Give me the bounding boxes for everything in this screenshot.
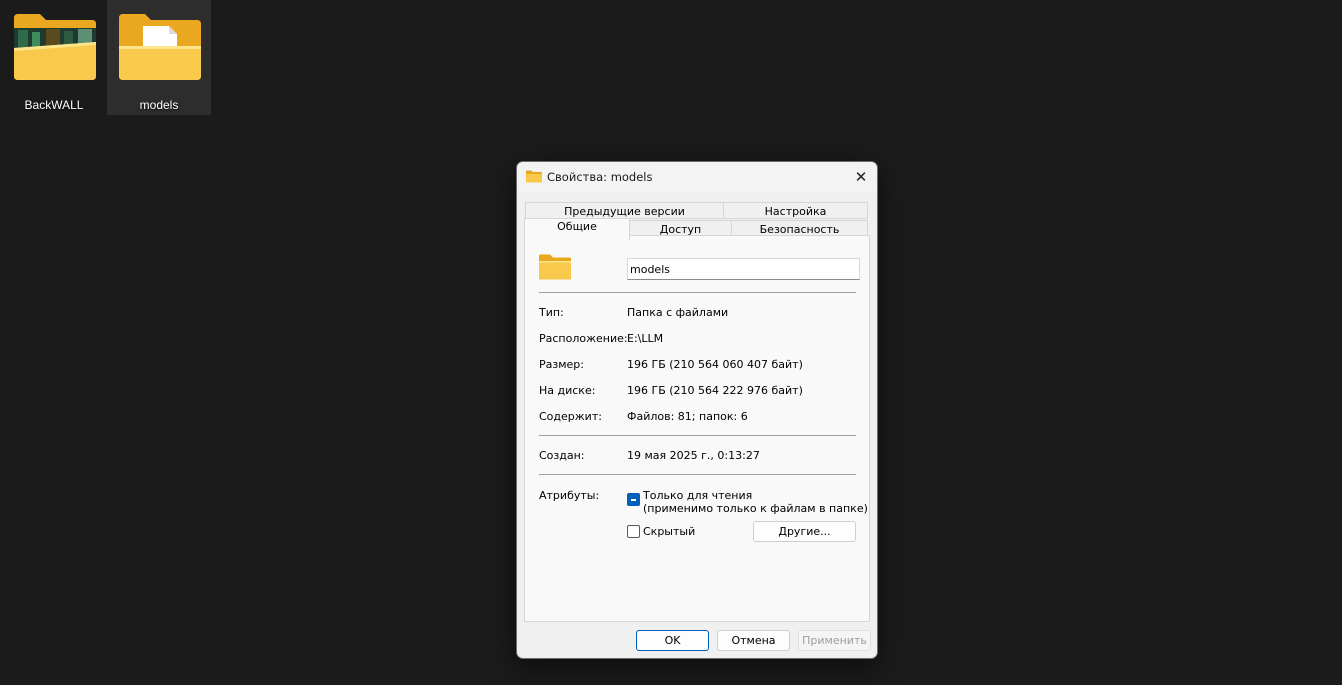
dialog-title: Свойства: models xyxy=(547,170,653,184)
close-button[interactable]: ✕ xyxy=(845,162,877,192)
ok-button[interactable]: OK xyxy=(636,630,709,651)
attributes-label: Атрибуты: xyxy=(539,489,600,502)
advanced-button[interactable]: Другие... xyxy=(753,521,856,542)
created-value: 19 мая 2025 г., 0:13:27 xyxy=(627,449,760,462)
tab-previous-versions[interactable]: Предыдущие версии xyxy=(525,202,724,219)
folder-icon xyxy=(539,254,571,280)
tab-panel-general: Тип: Папка с файлами Расположение: E:\LL… xyxy=(524,235,870,622)
size-label: Размер: xyxy=(539,358,584,371)
desktop-icon-models[interactable]: models xyxy=(107,0,211,115)
hidden-checkbox[interactable] xyxy=(627,525,640,538)
desktop-icon-backwall[interactable]: BackWALL xyxy=(2,0,106,115)
tab-general[interactable]: Общие xyxy=(524,218,630,240)
on-disk-value: 196 ГБ (210 564 222 976 байт) xyxy=(627,384,803,397)
folder-icon xyxy=(526,170,542,183)
separator xyxy=(539,292,856,293)
contains-value: Файлов: 81; папок: 6 xyxy=(627,410,748,423)
contains-label: Содержит: xyxy=(539,410,602,423)
desktop-icon-label: models xyxy=(139,98,179,112)
desktop-icon-label: BackWALL xyxy=(24,98,84,112)
folder-with-document-icon xyxy=(119,14,201,80)
separator xyxy=(539,474,856,475)
properties-dialog: Свойства: models ✕ Предыдущие версии Нас… xyxy=(516,161,878,659)
size-value: 196 ГБ (210 564 060 407 байт) xyxy=(627,358,803,371)
folder-name-input[interactable] xyxy=(627,258,860,280)
type-value: Папка с файлами xyxy=(627,306,729,319)
hidden-label: Скрытый xyxy=(643,525,696,538)
readonly-note: (применимо только к файлам в папке) xyxy=(643,502,868,515)
dialog-titlebar[interactable]: Свойства: models ✕ xyxy=(517,162,877,192)
close-icon: ✕ xyxy=(854,168,868,186)
type-label: Тип: xyxy=(539,306,564,319)
cancel-button[interactable]: Отмена xyxy=(717,630,790,651)
separator xyxy=(539,435,856,436)
readonly-checkbox[interactable] xyxy=(627,493,640,506)
apply-button[interactable]: Применить xyxy=(798,630,871,651)
folder-with-image-icon xyxy=(14,14,96,80)
created-label: Создан: xyxy=(539,449,585,462)
on-disk-label: На диске: xyxy=(539,384,596,397)
tab-customize[interactable]: Настройка xyxy=(723,202,868,219)
location-label: Расположение: xyxy=(539,332,628,345)
location-value: E:\LLM xyxy=(627,332,664,345)
readonly-label: Только для чтения xyxy=(643,489,753,502)
